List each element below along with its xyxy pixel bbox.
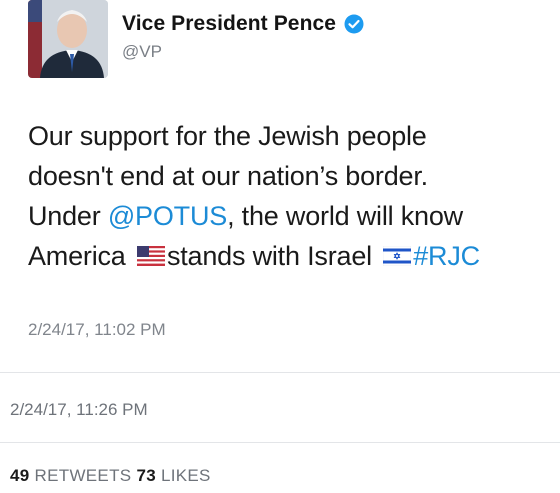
divider <box>0 372 560 373</box>
engagement-stats: 49 RETWEETS 73 LIKES <box>10 466 211 486</box>
tweet-text-segment: stands with Israel <box>166 241 380 271</box>
tweet-text-segment: , the world will know <box>227 201 463 231</box>
us-flag-icon <box>136 245 165 266</box>
retweet-timestamp: 2/24/17, 11:26 PM <box>10 400 148 419</box>
hashtag-link[interactable]: #RJC <box>413 241 480 271</box>
tweet-card: Vice President Pence @VP Our support for… <box>0 0 560 370</box>
retweets-count[interactable]: 49 <box>10 466 30 485</box>
author-name[interactable]: Vice President Pence <box>122 12 336 36</box>
tweet-timestamp[interactable]: 2/24/17, 11:02 PM <box>28 320 166 340</box>
tweet-line: Our support for the Jewish people <box>28 121 427 151</box>
verified-badge-icon <box>344 14 364 34</box>
mention-link[interactable]: @POTUS <box>108 201 227 231</box>
avatar-portrait-icon <box>28 0 108 78</box>
author-row: Vice President Pence <box>122 12 364 36</box>
likes-count[interactable]: 73 <box>136 466 156 485</box>
tweet-line: America stands with Israel #RJC <box>28 236 558 276</box>
retweets-label[interactable]: RETWEETS <box>35 466 132 485</box>
likes-label[interactable]: LIKES <box>161 466 211 485</box>
tweet-text-segment: America <box>28 241 133 271</box>
tweet-text-segment: Under <box>28 201 108 231</box>
tweet-line: doesn't end at our nation’s border. <box>28 161 428 191</box>
divider <box>0 442 560 443</box>
tweet-line: Under @POTUS, the world will know <box>28 196 558 236</box>
israel-flag-icon <box>383 245 412 266</box>
tweet-text: Our support for the Jewish people doesn'… <box>28 116 558 276</box>
avatar[interactable] <box>28 0 108 78</box>
author-handle[interactable]: @VP <box>122 42 162 62</box>
